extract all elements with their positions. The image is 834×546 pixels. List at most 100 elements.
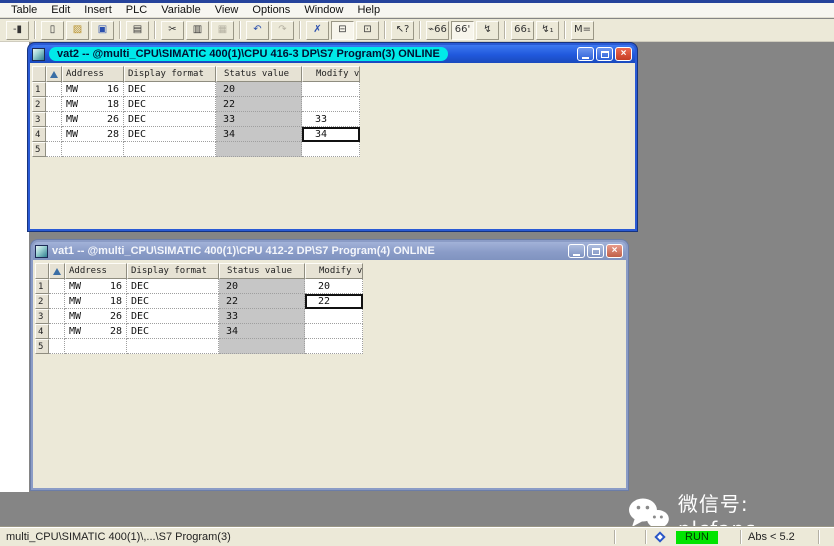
display-format-cell[interactable]: DEC [124,127,216,142]
marker-cell[interactable] [49,309,65,324]
row-number[interactable]: 1 [35,279,49,294]
paste-button[interactable]: ▦ [211,21,234,40]
modify-value-cell[interactable]: 22 [305,294,363,309]
pin-button[interactable]: -▮ [6,21,29,40]
minimize-button[interactable] [577,47,594,61]
cut-button[interactable]: ✂ [161,21,184,40]
marker-cell[interactable] [49,279,65,294]
vat1-title-bar[interactable]: vat1 -- @multi_CPU\SIMATIC 400(1)\CPU 41… [33,242,626,260]
modify-value-cell[interactable]: 33 [302,112,360,127]
marker-cell[interactable] [46,82,62,97]
address-cell[interactable]: MW16 [65,279,127,294]
address-cell[interactable]: MW16 [62,82,124,97]
modify-value-cell[interactable] [302,142,360,157]
row-number[interactable]: 4 [32,127,46,142]
display-format-cell[interactable]: DEC [127,294,219,309]
status-bar: multi_CPU\SIMATIC 400(1)\,...\S7 Program… [0,527,834,546]
display-format-cell[interactable]: DEC [127,324,219,339]
row-number[interactable]: 4 [35,324,49,339]
menu-item-help[interactable]: Help [350,3,387,17]
status-value-cell[interactable]: 20 [219,279,305,294]
menu-item-insert[interactable]: Insert [77,3,119,17]
monitor-trigger-button[interactable]: ⌁66 [426,21,449,40]
status-value-cell[interactable]: 22 [219,294,305,309]
copy-button[interactable]: ▥ [186,21,209,40]
address-cell[interactable]: MW18 [65,294,127,309]
open-button[interactable]: ▨ [66,21,89,40]
monitor-variable-button[interactable]: 66' [451,21,474,40]
row-number[interactable]: 3 [35,309,49,324]
status-value-cell[interactable] [216,142,302,157]
modify-value-cell[interactable] [305,339,363,354]
modify-value-cell[interactable]: 20 [305,279,363,294]
modify-value-cell[interactable] [305,309,363,324]
status-value-cell[interactable]: 22 [216,97,302,112]
modify-value-cell[interactable] [305,324,363,339]
status-value-cell[interactable]: 34 [219,324,305,339]
status-value-cell[interactable]: 33 [219,309,305,324]
close-button[interactable]: × [615,47,632,61]
display-format-cell[interactable]: DEC [127,309,219,324]
minimize-button[interactable] [568,244,585,258]
table-header-row: AddressDisplay formatStatus valueModify … [35,263,363,279]
delete-button[interactable]: ✗ [306,21,329,40]
status-value-cell[interactable]: 20 [216,82,302,97]
monitor-once-button[interactable]: 66₁ [511,21,534,40]
display-format-cell[interactable]: DEC [127,279,219,294]
row-number[interactable]: 2 [35,294,49,309]
modify-value-cell[interactable] [302,82,360,97]
modify-value-cell[interactable]: 34 [302,127,360,142]
marker-cell[interactable] [49,294,65,309]
address-cell[interactable] [62,142,124,157]
save-button[interactable]: ▣ [91,21,114,40]
menu-item-window[interactable]: Window [297,3,350,17]
marker-cell[interactable] [46,142,62,157]
print-button[interactable]: ▤ [126,21,149,40]
modify-value-cell[interactable] [302,97,360,112]
status-value-cell[interactable]: 33 [216,112,302,127]
status-value-cell[interactable]: 34 [216,127,302,142]
new-button[interactable]: ▯ [41,21,64,40]
row-number[interactable]: 5 [32,142,46,157]
menu-item-plc[interactable]: PLC [119,3,154,17]
address-cell[interactable]: MW26 [65,309,127,324]
connect-accessible-cpu-button[interactable]: ⊡ [356,21,379,40]
close-button[interactable]: × [606,244,623,258]
trigger-settings-button[interactable]: M= [571,21,594,40]
marker-cell[interactable] [46,112,62,127]
row-number[interactable]: 3 [32,112,46,127]
modify-once-button[interactable]: ↯₁ [536,21,559,40]
vat2-title-bar[interactable]: vat2 -- @multi_CPU\SIMATIC 400(1)\CPU 41… [30,45,635,63]
connect-configured-cpu-button[interactable]: ⊟ [331,21,354,40]
display-format-cell[interactable] [127,339,219,354]
address-cell[interactable]: MW28 [65,324,127,339]
menu-item-view[interactable]: View [208,3,246,17]
display-format-cell[interactable]: DEC [124,82,216,97]
menu-item-options[interactable]: Options [245,3,297,17]
row-number[interactable]: 1 [32,82,46,97]
column-header: Address [65,263,127,279]
display-format-cell[interactable]: DEC [124,97,216,112]
menu-item-variable[interactable]: Variable [154,3,208,17]
address-cell[interactable]: MW26 [62,112,124,127]
status-value-cell[interactable] [219,339,305,354]
marker-cell[interactable] [46,97,62,112]
row-number[interactable]: 5 [35,339,49,354]
maximize-button[interactable] [596,47,613,61]
modify-variable-button[interactable]: ↯ [476,21,499,40]
address-cell[interactable] [65,339,127,354]
address-cell[interactable]: MW28 [62,127,124,142]
undo-button[interactable]: ↶ [246,21,269,40]
marker-cell[interactable] [46,127,62,142]
display-format-cell[interactable] [124,142,216,157]
menu-item-table[interactable]: Table [4,3,44,17]
help-pointer-button[interactable]: ↖? [391,21,414,40]
menu-item-edit[interactable]: Edit [44,3,77,17]
redo-button[interactable]: ↷ [271,21,294,40]
marker-cell[interactable] [49,339,65,354]
row-number[interactable]: 2 [32,97,46,112]
address-cell[interactable]: MW18 [62,97,124,112]
marker-cell[interactable] [49,324,65,339]
display-format-cell[interactable]: DEC [124,112,216,127]
maximize-button[interactable] [587,244,604,258]
